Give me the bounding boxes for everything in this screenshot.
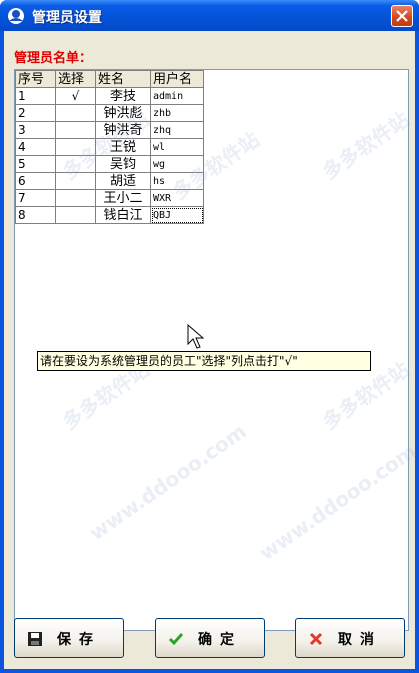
column-header-no[interactable]: 序号 — [15, 70, 56, 88]
cell-no: 3 — [15, 121, 56, 139]
cell-user: admin — [150, 87, 204, 105]
ok-button[interactable]: 确定 — [155, 618, 265, 658]
cell-name: 钟洪奇 — [95, 121, 151, 139]
close-icon — [396, 10, 408, 22]
cell-select[interactable] — [55, 189, 96, 207]
column-header-select[interactable]: 选择 — [55, 70, 96, 88]
watermark-url: www.ddooo.com — [254, 438, 419, 566]
cell-name: 胡适 — [95, 172, 151, 190]
cell-name: 李技 — [95, 87, 151, 105]
admin-grid[interactable]: 序号 选择 姓名 用户名 1 √ 李技 admin 2 钟洪彪 zhb 3 钟洪… — [14, 69, 419, 631]
cancel-button[interactable]: 取消 — [295, 618, 405, 658]
cell-user: wl — [150, 138, 204, 156]
cell-no: 1 — [15, 87, 56, 105]
cell-user: wg — [150, 155, 204, 173]
window-title: 管理员设置 — [32, 10, 102, 26]
cell-no: 2 — [15, 104, 56, 122]
table-row[interactable]: 5 吴钧 wg — [15, 155, 204, 173]
cell-select[interactable] — [55, 121, 96, 139]
cell-user[interactable]: QBJ — [150, 206, 204, 224]
cell-no: 6 — [15, 172, 56, 190]
table-row[interactable]: 2 钟洪彪 zhb — [15, 104, 204, 122]
cell-select[interactable] — [55, 206, 96, 224]
cell-name: 钱白江 — [95, 206, 151, 224]
floppy-disk-icon — [28, 632, 42, 646]
mouse-cursor-icon — [187, 324, 205, 349]
cell-select[interactable] — [55, 172, 96, 190]
dialog-window: 管理员设置 管理员名单： 序号 选择 姓名 用户名 1 √ 李技 admin 2… — [0, 0, 419, 673]
table-row[interactable]: 6 胡适 hs — [15, 172, 204, 190]
save-button-label: 保存 — [57, 632, 101, 648]
cell-no: 7 — [15, 189, 56, 207]
dialog-body: 管理员名单： 序号 选择 姓名 用户名 1 √ 李技 admin 2 钟洪彪 z… — [4, 31, 419, 669]
cell-user: WXR — [150, 189, 204, 207]
cell-user: zhq — [150, 121, 204, 139]
column-header-user[interactable]: 用户名 — [150, 70, 204, 88]
table-row[interactable]: 4 王锐 wl — [15, 138, 204, 156]
column-header-name[interactable]: 姓名 — [95, 70, 151, 88]
check-icon — [168, 633, 184, 646]
cell-select[interactable] — [55, 138, 96, 156]
watermark-text: 多多软件站 — [318, 107, 414, 185]
cell-no: 5 — [15, 155, 56, 173]
cancel-x-icon — [309, 632, 323, 646]
cell-no: 4 — [15, 138, 56, 156]
cell-user: zhb — [150, 104, 204, 122]
cell-user: hs — [150, 172, 204, 190]
table-header-row: 序号 选择 姓名 用户名 — [15, 70, 204, 88]
cell-name: 钟洪彪 — [95, 104, 151, 122]
tooltip: 请在要设为系统管理员的员工"选择"列点击打"√" — [37, 351, 371, 371]
cell-select[interactable] — [55, 155, 96, 173]
table-row[interactable]: 1 √ 李技 admin — [15, 87, 204, 105]
cell-no: 8 — [15, 206, 56, 224]
table-row[interactable]: 8 钱白江 QBJ — [15, 206, 204, 224]
cell-select[interactable]: √ — [55, 87, 96, 105]
cell-name: 吴钧 — [95, 155, 151, 173]
title-bar[interactable]: 管理员设置 — [0, 0, 419, 31]
save-button[interactable]: 保存 — [14, 618, 124, 658]
ok-button-label: 确定 — [198, 632, 242, 648]
cell-name: 王小二 — [95, 189, 151, 207]
watermark-url: www.ddooo.com — [84, 418, 251, 546]
cell-name: 王锐 — [95, 138, 151, 156]
table-row[interactable]: 7 王小二 WXR — [15, 189, 204, 207]
app-icon — [8, 8, 24, 24]
admin-table: 序号 选择 姓名 用户名 1 √ 李技 admin 2 钟洪彪 zhb 3 钟洪… — [15, 70, 204, 224]
admin-list-title: 管理员名单： — [14, 51, 93, 66]
cell-select[interactable] — [55, 104, 96, 122]
table-row[interactable]: 3 钟洪奇 zhq — [15, 121, 204, 139]
close-button[interactable] — [391, 5, 413, 27]
cancel-button-label: 取消 — [338, 632, 382, 648]
